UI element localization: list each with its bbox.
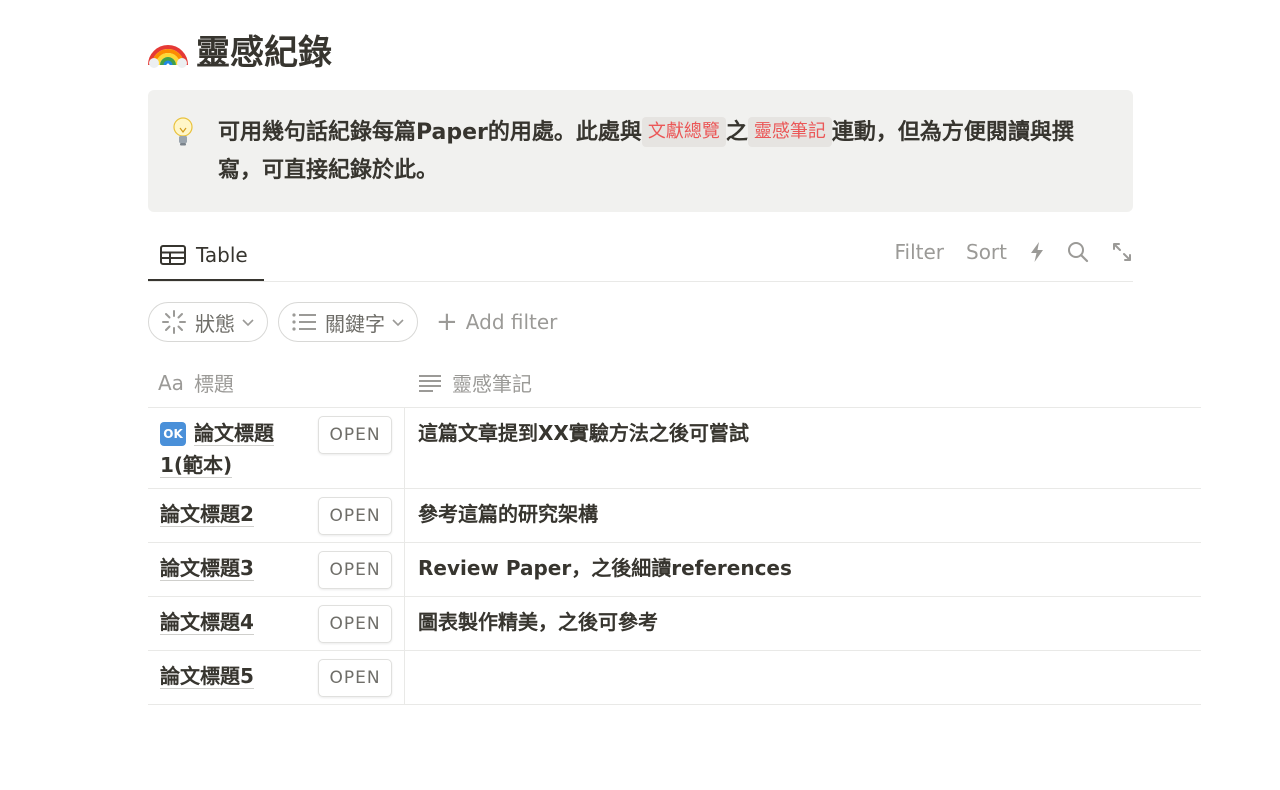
- page-title: 靈感紀錄: [148, 24, 332, 74]
- row-title[interactable]: 論文標題3: [160, 552, 300, 584]
- row-title[interactable]: 論文標題2: [160, 498, 300, 530]
- ok-icon: OK: [160, 422, 186, 446]
- view-actions: Filter Sort: [872, 230, 1133, 274]
- table-row[interactable]: OK 論文標題1(範本) OPEN 這篇文章提到XX實驗方法之後可嘗試: [148, 408, 1201, 489]
- filter-pill-status[interactable]: 狀態: [148, 302, 268, 342]
- view-bar: Table Filter Sort: [148, 230, 1133, 282]
- callout-text[interactable]: 可用幾句話紀錄每篇Paper的用處。此處與 文獻總覽之靈感筆記 連動，但為方便閱讀與…: [218, 114, 1108, 190]
- search-button[interactable]: [1067, 241, 1089, 263]
- search-icon: [1068, 242, 1089, 263]
- chevron-down-icon: [392, 319, 404, 327]
- table-row[interactable]: 論文標題5 OPEN: [148, 651, 1201, 705]
- expand-button[interactable]: [1111, 241, 1133, 263]
- chevron-down-icon: [242, 319, 254, 327]
- expand-icon: [1113, 243, 1131, 261]
- open-button[interactable]: OPEN: [318, 497, 392, 535]
- add-filter-button[interactable]: + Add filter: [436, 309, 557, 335]
- automation-button[interactable]: [1029, 241, 1045, 263]
- database-table: Aa 標題 靈感筆記 OK 論文標題1(範本) OPEN 這篇文章提到XX實驗方法…: [148, 354, 1201, 705]
- text-lines-icon: [419, 374, 441, 392]
- title-cell[interactable]: OK 論文標題1(範本) OPEN: [148, 408, 405, 488]
- callout-text-2: 之: [725, 120, 748, 145]
- tab-table-label: Table: [196, 242, 248, 267]
- open-button[interactable]: OPEN: [318, 416, 392, 454]
- title-cell[interactable]: 論文標題5 OPEN: [148, 651, 405, 704]
- filter-pill-keywords[interactable]: 關鍵字: [278, 302, 418, 342]
- rainbow-icon: [148, 45, 188, 68]
- title-cell[interactable]: 論文標題3 OPEN: [148, 543, 405, 596]
- open-button[interactable]: OPEN: [318, 551, 392, 589]
- title-cell[interactable]: 論文標題2 OPEN: [148, 489, 405, 542]
- note-cell[interactable]: Review Paper，之後細讀references: [418, 554, 792, 582]
- sort-button[interactable]: Sort: [966, 240, 1007, 264]
- open-button[interactable]: OPEN: [318, 605, 392, 643]
- filter-pill-status-label: 狀態: [195, 311, 235, 336]
- note-cell[interactable]: 圖表製作精美，之後可參考: [418, 608, 658, 636]
- table-row[interactable]: 論文標題3 OPEN Review Paper，之後細讀references: [148, 543, 1201, 597]
- column-header-title[interactable]: Aa 標題: [158, 368, 234, 397]
- page: 靈感紀錄 可用幾句話紀錄每篇Paper的用處。此處與 文獻總覽之靈感筆記 連動，但為…: [0, 0, 1280, 790]
- table-icon: [160, 244, 186, 265]
- tab-table[interactable]: Table: [148, 230, 264, 281]
- note-cell[interactable]: 這篇文章提到XX實驗方法之後可嘗試: [418, 419, 749, 447]
- table-row[interactable]: 論文標題4 OPEN 圖表製作精美，之後可參考: [148, 597, 1201, 651]
- table-row[interactable]: 論文標題2 OPEN 參考這篇的研究架構: [148, 489, 1201, 543]
- list-icon: [292, 313, 316, 331]
- row-title[interactable]: 論文標題5: [160, 660, 300, 692]
- lightbulb-icon: [173, 117, 193, 146]
- column-header-note-label: 靈感筆記: [452, 372, 532, 396]
- open-button[interactable]: OPEN: [318, 659, 392, 697]
- lightning-icon: [1031, 242, 1043, 262]
- column-header-note[interactable]: 靈感筆記: [418, 368, 532, 397]
- page-title-text[interactable]: 靈感紀錄: [196, 25, 332, 74]
- callout-tag-literature[interactable]: 文獻總覽: [641, 117, 726, 147]
- column-header-title-label: 標題: [193, 372, 234, 396]
- title-cell[interactable]: 論文標題4 OPEN: [148, 597, 405, 650]
- text-type-icon: Aa: [158, 370, 184, 395]
- filter-bar: 狀態 關鍵字 + Add filter: [148, 301, 557, 343]
- callout-tag-inspiration[interactable]: 靈感筆記: [747, 117, 832, 147]
- add-filter-label: Add filter: [465, 310, 558, 334]
- status-spinner-icon: [162, 310, 186, 334]
- callout-text-1: 可用幾句話紀錄每篇Paper的用處。此處與: [218, 120, 642, 145]
- note-cell[interactable]: 參考這篇的研究架構: [418, 500, 598, 528]
- filter-button[interactable]: Filter: [894, 240, 944, 264]
- callout: 可用幾句話紀錄每篇Paper的用處。此處與 文獻總覽之靈感筆記 連動，但為方便閱讀與…: [148, 90, 1133, 212]
- table-header: Aa 標題 靈感筆記: [148, 354, 1201, 408]
- row-title[interactable]: OK 論文標題1(範本): [160, 417, 300, 481]
- filter-pill-keywords-label: 關鍵字: [325, 311, 385, 336]
- row-title[interactable]: 論文標題4: [160, 606, 300, 638]
- plus-icon: +: [436, 307, 458, 337]
